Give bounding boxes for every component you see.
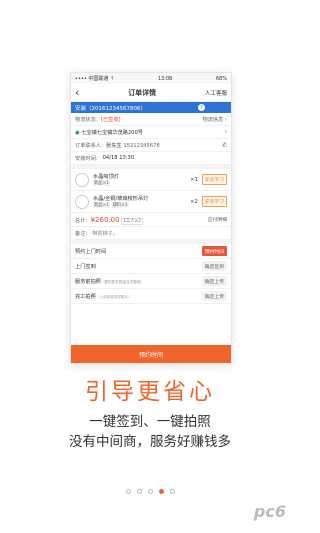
- product-qty: ×2: [190, 198, 198, 205]
- install-order-label: 安装（20161234567806）: [75, 105, 146, 112]
- confirm-upload-button[interactable]: 确定上传: [201, 291, 227, 301]
- book-time-primary-button[interactable]: 预约时间: [71, 345, 231, 363]
- logistics-label: 物流状态：: [75, 116, 101, 123]
- confirm-checkin-button[interactable]: 确定签到: [201, 261, 227, 271]
- back-icon[interactable]: ‹: [75, 86, 79, 99]
- status-bar: •••• 中国联通 ⇡ 13:08 68%: [71, 73, 231, 84]
- page-dot[interactable]: [136, 489, 142, 494]
- help-icon[interactable]: ?: [198, 104, 205, 111]
- address-text: 七宝镇七宝镇华茂路200号: [81, 129, 143, 136]
- install-learn-button[interactable]: 安装学习: [201, 174, 227, 185]
- product-item: 水晶吸顶灯 新品×1 ×1 安装学习: [71, 169, 231, 191]
- worker-chip: 1工人×2: [121, 217, 143, 225]
- headline: 引导更省心: [85, 379, 215, 405]
- install-time-row: 安装时间： 04/18 13:30: [71, 152, 231, 165]
- step-row: 上门签到 确定签到: [71, 259, 231, 274]
- product-name: 水晶吸顶灯: [93, 174, 119, 180]
- install-learn-button[interactable]: 安装学习: [201, 196, 227, 207]
- contact-phone: 15212345678: [123, 142, 160, 149]
- total-amount: ¥260.00: [90, 215, 120, 224]
- carrier-label: •••• 中国联通 ⇡: [75, 76, 115, 82]
- step-note: （要拍配件数量及完整度）: [100, 279, 145, 284]
- lamp-icon: [75, 172, 89, 187]
- total-label: 总计：: [75, 217, 91, 224]
- contact-row: 订单联系人：张先生 15212345678 ✆: [71, 139, 231, 152]
- step-row: 服务前拍照（要拍配件数量及完整度） 确定上传: [71, 274, 231, 289]
- logistics-link[interactable]: 物流信息 ›: [203, 116, 227, 123]
- step-label: 服务前拍照: [75, 278, 101, 285]
- address-row[interactable]: ● 七宝镇七宝镇华茂路200号 ›: [71, 126, 231, 139]
- product-item: 水晶/全铜/玻璃枝形吊灯 新品×1 辅料×1 ×2 安装学习: [71, 191, 231, 213]
- logistics-row: 物流状态：[已签收] 物流信息 ›: [71, 113, 231, 126]
- remark-value: 带把梯子。: [92, 230, 119, 237]
- page-title: 订单详情: [128, 88, 157, 97]
- chevron-right-icon: ›: [224, 129, 227, 135]
- subline-1: 一键签到、一键拍照: [89, 414, 211, 430]
- remark-label: 备注：: [75, 230, 91, 237]
- battery-label: 68%: [215, 75, 227, 82]
- contact-name: 张先生: [106, 142, 122, 149]
- confirm-upload-button[interactable]: 确定上传: [201, 276, 227, 286]
- nav-bar: ‹ 订单详情 人工客服: [71, 84, 231, 102]
- book-time-button[interactable]: 预约时间: [201, 246, 227, 256]
- step-row: 预约上门时间 预约时间: [71, 244, 231, 259]
- install-time-label: 安装时间：: [75, 155, 101, 162]
- subline-2: 没有中间商，服务好赚钱多: [69, 434, 231, 450]
- phone-mockup: •••• 中国联通 ⇡ 13:08 68% ‹ 订单详情 人工客服 安装（201…: [70, 72, 232, 364]
- product-qty: ×1: [190, 176, 198, 183]
- contact-label: 订单联系人：: [75, 142, 107, 149]
- customer-service-button[interactable]: 人工客服: [205, 89, 227, 97]
- product-tag: 新品×1: [93, 180, 110, 186]
- step-label: 预约上门时间: [75, 248, 107, 255]
- page-indicator: [0, 489, 300, 494]
- lamp-icon: [75, 194, 89, 209]
- watermark-logo: pc6: [253, 502, 286, 521]
- step-label: 上门签到: [75, 263, 96, 270]
- product-tag: 新品×1: [93, 202, 110, 208]
- step-note: （上传安装完成照片）: [95, 294, 132, 299]
- remark-row: 备注： 带把梯子。: [71, 227, 231, 240]
- status-time: 13:08: [157, 75, 173, 82]
- step-label: 完工拍照: [75, 293, 96, 300]
- logistics-status: [已签收]: [100, 116, 121, 123]
- install-order-bar: 安装（20161234567806） ?: [71, 102, 231, 113]
- payable-detail-link[interactable]: 应付明细: [208, 216, 227, 223]
- page-dot-active[interactable]: [158, 489, 164, 494]
- product-name: 水晶/全铜/玻璃枝形吊灯: [93, 196, 149, 202]
- page-dot[interactable]: [169, 489, 175, 494]
- phone-icon[interactable]: ✆: [222, 142, 227, 149]
- total-row: 总计：¥260.00 1工人×2 应付明细: [71, 213, 231, 227]
- step-row: 完工拍照（上传安装完成照片） 确定上传: [71, 289, 231, 304]
- page-dot[interactable]: [125, 489, 131, 494]
- install-time-value: 04/18 13:30: [102, 155, 135, 161]
- location-dot-icon: ●: [75, 129, 80, 136]
- page-dot[interactable]: [147, 489, 153, 494]
- product-tag: 辅料×1: [111, 202, 129, 208]
